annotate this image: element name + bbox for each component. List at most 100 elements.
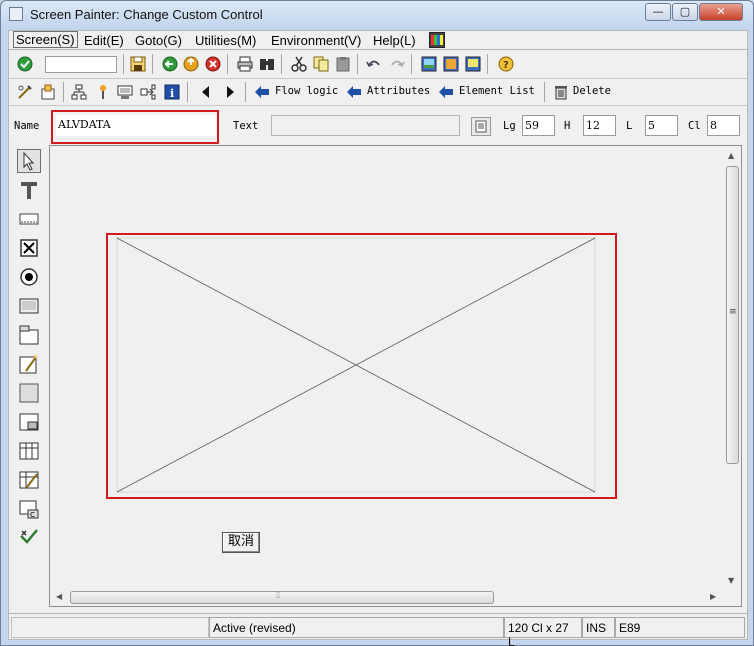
h-label: H xyxy=(564,120,571,132)
menu-environment[interactable]: Environment(V) xyxy=(271,33,361,48)
scroll-left-icon[interactable]: ◀ xyxy=(56,592,62,601)
customize-layout-icon[interactable] xyxy=(465,56,481,72)
print-icon[interactable] xyxy=(237,56,253,72)
command-field[interactable] xyxy=(45,56,117,73)
separator xyxy=(411,54,412,74)
lg-input[interactable]: 59 xyxy=(522,115,555,136)
cancel-pushbutton[interactable]: 取消 xyxy=(222,532,260,553)
title-bar: Screen Painter: Change Custom Control — … xyxy=(1,1,753,29)
find-icon[interactable] xyxy=(259,56,275,72)
status-left-area xyxy=(11,617,209,638)
cl-label: Cl xyxy=(688,120,701,132)
input-field-tool[interactable] xyxy=(17,207,41,231)
vertical-scroll-thumb[interactable]: ≡ xyxy=(726,166,739,464)
svg-text:C: C xyxy=(30,511,35,519)
status-icon-tool[interactable] xyxy=(17,526,41,550)
undo-icon[interactable] xyxy=(366,56,382,72)
subscreen-tool[interactable] xyxy=(17,410,41,434)
flow-logic-arrow-icon[interactable] xyxy=(254,84,270,100)
minimize-button[interactable]: — xyxy=(645,3,671,21)
name-label: Name xyxy=(14,120,40,132)
element-list-button[interactable]: Element List xyxy=(459,85,535,97)
back-icon[interactable] xyxy=(162,56,178,72)
pushbutton-tool[interactable] xyxy=(17,294,41,318)
where-used-icon[interactable] xyxy=(140,84,156,100)
other-object-icon[interactable] xyxy=(40,84,56,100)
menu-screen[interactable]: Screen(S) xyxy=(13,31,78,48)
box-tool[interactable] xyxy=(17,381,41,405)
next-arrow-icon[interactable] xyxy=(222,84,238,100)
separator xyxy=(187,82,188,102)
table-control-tool[interactable] xyxy=(17,439,41,463)
separator xyxy=(357,54,358,74)
status-mode[interactable]: INS xyxy=(582,617,615,638)
display-change-icon[interactable] xyxy=(17,84,33,100)
scroll-down-icon[interactable]: ▼ xyxy=(728,576,734,585)
help-icon[interactable]: ? xyxy=(498,56,514,72)
checkbox-tool[interactable] xyxy=(17,236,41,260)
scroll-right-icon[interactable]: ▶ xyxy=(710,592,716,601)
custom-control-tool[interactable]: C xyxy=(17,497,41,521)
test-icon[interactable] xyxy=(117,84,133,100)
horizontal-scroll-thumb[interactable]: ⦙⦙ xyxy=(70,591,494,604)
active-inactive-icon[interactable] xyxy=(95,84,111,100)
enter-check-icon[interactable] xyxy=(17,56,33,72)
separator xyxy=(487,54,488,74)
cancel-icon[interactable] xyxy=(205,56,221,72)
text-icon-button[interactable] xyxy=(471,117,491,136)
exit-icon[interactable] xyxy=(183,56,199,72)
maximize-button[interactable]: ▢ xyxy=(672,3,698,21)
attributes-button[interactable]: Attributes xyxy=(367,85,430,97)
separator xyxy=(544,82,545,102)
flow-logic-button[interactable]: Flow logic xyxy=(275,85,338,97)
tabstrip-tool[interactable] xyxy=(17,323,41,347)
radio-button-tool[interactable] xyxy=(17,265,41,289)
info-icon[interactable]: i xyxy=(164,84,180,100)
redo-icon[interactable] xyxy=(389,56,405,72)
lg-label: Lg xyxy=(503,120,516,132)
save-icon[interactable] xyxy=(130,56,146,72)
previous-arrow-icon[interactable] xyxy=(198,84,214,100)
element-list-arrow-icon[interactable] xyxy=(438,84,454,100)
close-button[interactable]: ✕ xyxy=(699,3,743,21)
status-bar: Active (revised) 120 Cl x 27 L INS E89 xyxy=(8,613,748,646)
paste-icon[interactable] xyxy=(335,56,351,72)
menu-goto[interactable]: Goto(G) xyxy=(135,33,182,48)
work-area: C 取消 ▲ ≡ ▼ ◀ ⦙⦙ ▶ xyxy=(8,145,748,613)
horizontal-scrollbar[interactable]: ◀ ⦙⦙ ▶ xyxy=(52,589,724,606)
cut-icon[interactable] xyxy=(291,56,307,72)
separator xyxy=(245,82,246,102)
hierarchy-icon[interactable] xyxy=(71,84,87,100)
cl-input[interactable]: 8 xyxy=(707,115,740,136)
scroll-up-icon[interactable]: ▲ xyxy=(728,151,734,160)
menu-utilities[interactable]: Utilities(M) xyxy=(195,33,256,48)
menu-help[interactable]: Help(L) xyxy=(373,33,416,48)
custom-control-highlight-box xyxy=(106,233,617,499)
screen-canvas[interactable]: 取消 ▲ ≡ ▼ ◀ ⦙⦙ ▶ xyxy=(49,145,742,607)
create-shortcut-icon[interactable] xyxy=(443,56,459,72)
menu-edit[interactable]: Edit(E) xyxy=(84,33,124,48)
menu-bar: Screen(S) Edit(E) Goto(G) Utilities(M) E… xyxy=(8,30,748,50)
l-input[interactable]: 5 xyxy=(645,115,678,136)
text-field-tool[interactable] xyxy=(17,178,41,202)
h-input[interactable]: 12 xyxy=(583,115,616,136)
text-input[interactable] xyxy=(271,115,460,136)
trash-icon[interactable] xyxy=(553,84,569,100)
grip-icon: ≡ xyxy=(729,307,737,317)
pointer-tool[interactable] xyxy=(17,149,41,173)
separator xyxy=(227,54,228,74)
layout-menu-icon[interactable] xyxy=(429,32,445,48)
table-wizard-tool[interactable] xyxy=(17,468,41,492)
svg-text:?: ? xyxy=(503,60,509,71)
attributes-arrow-icon[interactable] xyxy=(346,84,362,100)
window-title: Screen Painter: Change Custom Control xyxy=(30,7,263,22)
tabstrip-wizard-tool[interactable] xyxy=(17,352,41,376)
delete-button[interactable]: Delete xyxy=(573,85,611,97)
grip-icon: ⦙⦙ xyxy=(276,591,281,601)
svg-text:i: i xyxy=(170,87,174,100)
vertical-scrollbar[interactable]: ▲ ≡ ▼ xyxy=(724,148,741,590)
status-system[interactable]: E89 xyxy=(615,617,745,638)
copy-icon[interactable] xyxy=(313,56,329,72)
separator xyxy=(281,54,282,74)
create-session-icon[interactable] xyxy=(421,56,437,72)
